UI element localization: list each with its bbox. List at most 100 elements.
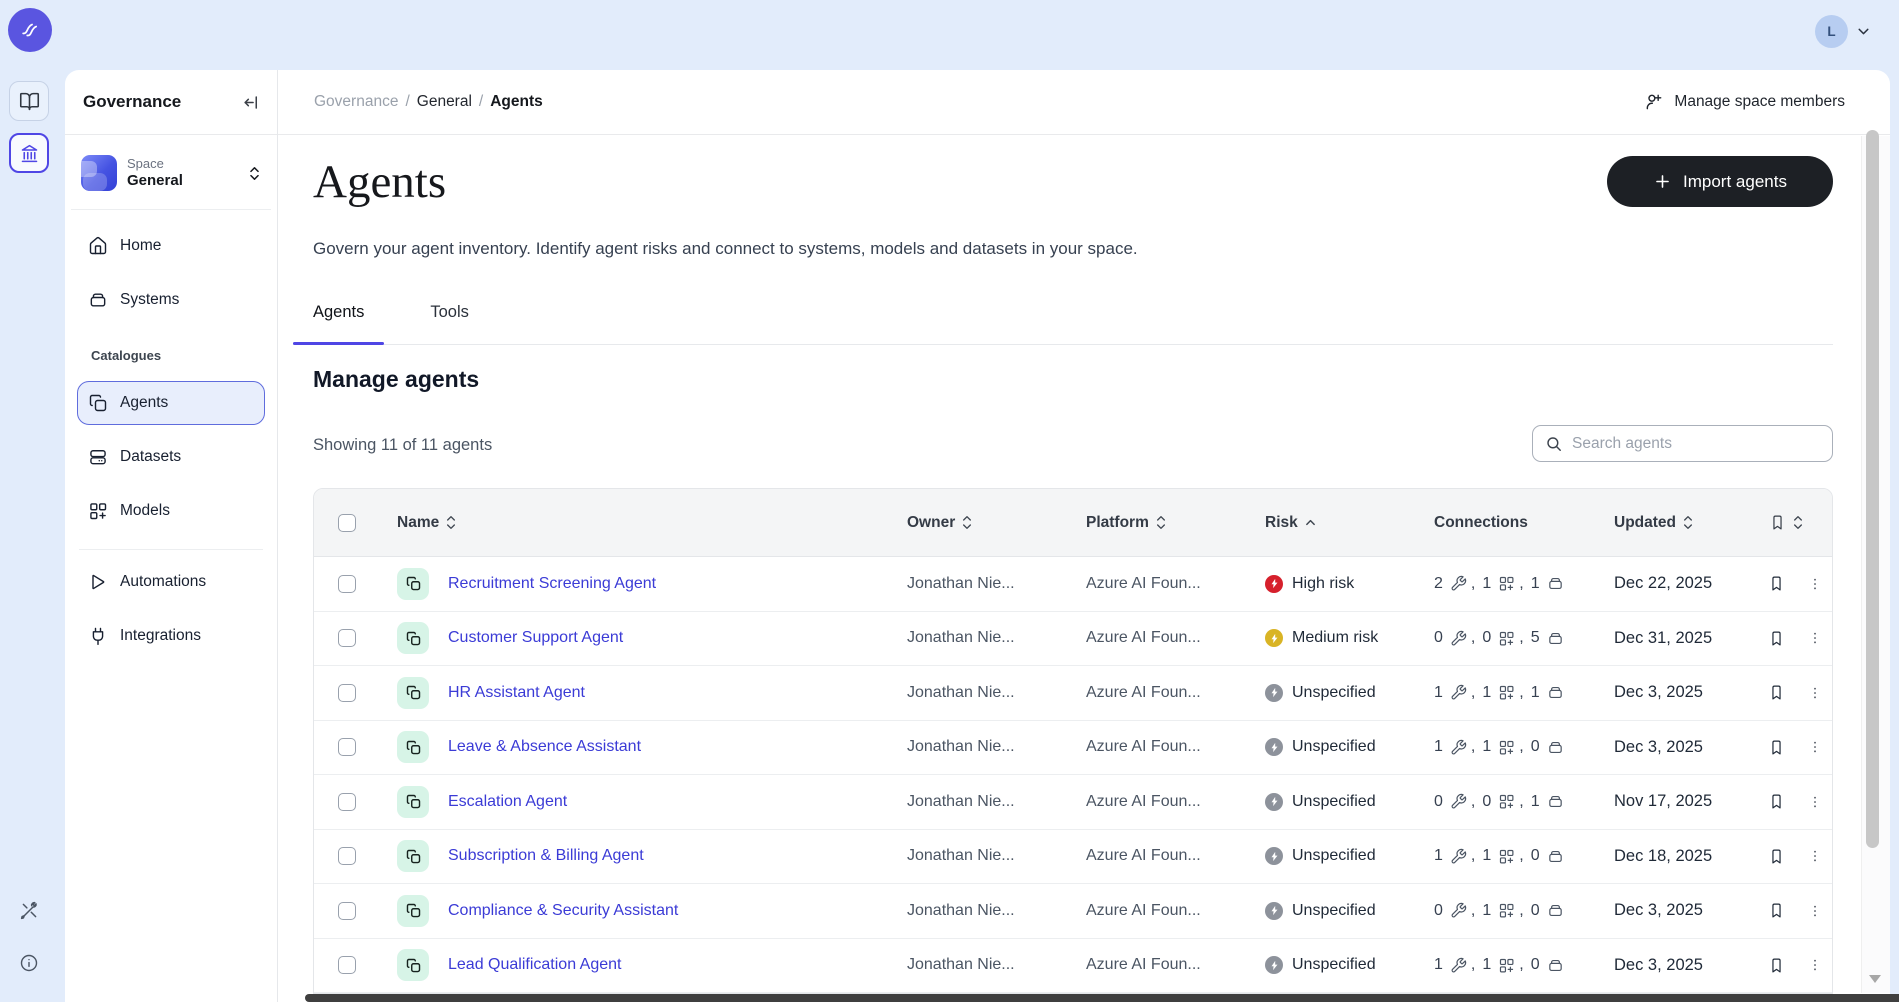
- kebab-menu-icon: [1807, 848, 1823, 864]
- risk-level-icon: [1265, 575, 1283, 593]
- models-count: 1: [1482, 684, 1491, 702]
- sort-icon: [1156, 515, 1166, 530]
- row-menu-button[interactable]: [1807, 903, 1823, 919]
- row-menu-button[interactable]: [1807, 576, 1823, 592]
- connections-cell: 0 , 0 , 5: [1426, 629, 1606, 647]
- row-menu-button[interactable]: [1807, 685, 1823, 701]
- agent-name-link[interactable]: Compliance & Security Assistant: [448, 902, 678, 920]
- breadcrumb-agents: Agents: [490, 93, 543, 111]
- collapse-sidebar-button[interactable]: [242, 93, 261, 112]
- plus-icon: [1653, 172, 1672, 191]
- systems-box-icon: [1547, 848, 1564, 865]
- vertical-scrollbar-thumb[interactable]: [1866, 130, 1879, 848]
- sidebar-item-integrations[interactable]: Integrations: [77, 614, 265, 658]
- bookmark-button[interactable]: [1768, 575, 1785, 592]
- wrench-icon: [1450, 630, 1467, 647]
- column-header-risk[interactable]: Risk: [1265, 514, 1316, 532]
- select-all-checkbox[interactable]: [338, 514, 356, 532]
- risk-label: Medium risk: [1292, 629, 1378, 647]
- row-menu-button[interactable]: [1807, 848, 1823, 864]
- agent-name-link[interactable]: Recruitment Screening Agent: [448, 575, 656, 593]
- row-checkbox[interactable]: [338, 629, 356, 647]
- chevron-down-icon[interactable]: [1855, 23, 1872, 40]
- row-checkbox[interactable]: [338, 684, 356, 702]
- sidebar-item-home[interactable]: Home: [77, 224, 265, 268]
- info-rail-button[interactable]: [19, 953, 39, 973]
- column-header-name[interactable]: Name: [397, 514, 456, 532]
- section-title: Manage agents: [313, 366, 479, 393]
- agent-copy-icon: [397, 840, 429, 872]
- models-count: 0: [1482, 793, 1491, 811]
- bookmark-icon: [1768, 684, 1785, 701]
- tools-rail-button[interactable]: [19, 900, 40, 921]
- models-count: 1: [1482, 902, 1491, 920]
- tools-count: 0: [1434, 793, 1443, 811]
- space-selector[interactable]: Space General: [77, 149, 267, 197]
- row-checkbox[interactable]: [338, 847, 356, 865]
- bookmark-button[interactable]: [1768, 957, 1785, 974]
- search-input[interactable]: [1572, 435, 1822, 453]
- systems-count: 0: [1531, 956, 1540, 974]
- row-checkbox[interactable]: [338, 902, 356, 920]
- row-menu-button[interactable]: [1807, 739, 1823, 755]
- agent-name-link[interactable]: Customer Support Agent: [448, 629, 623, 647]
- agent-name-link[interactable]: Lead Qualification Agent: [448, 956, 621, 974]
- sidebar-item-systems[interactable]: Systems: [77, 278, 265, 322]
- grid-plus-icon: [1498, 739, 1515, 756]
- platform-cell: Azure AI Foun...: [1078, 956, 1257, 974]
- systems-count: 1: [1531, 575, 1540, 593]
- sidebar-item-datasets[interactable]: Datasets: [77, 435, 265, 479]
- app-logo[interactable]: [8, 8, 52, 52]
- bookmark-button[interactable]: [1768, 848, 1785, 865]
- sidebar-item-models[interactable]: Models: [77, 489, 265, 533]
- column-header-platform[interactable]: Platform: [1086, 514, 1166, 532]
- systems-box-icon: [1547, 684, 1564, 701]
- row-checkbox[interactable]: [338, 575, 356, 593]
- docs-rail-button[interactable]: [9, 81, 49, 121]
- breadcrumb-general[interactable]: General: [417, 93, 472, 111]
- row-checkbox[interactable]: [338, 793, 356, 811]
- systems-box-icon: [1547, 630, 1564, 647]
- search-icon: [1545, 435, 1563, 453]
- bookmark-button[interactable]: [1768, 793, 1785, 810]
- bookmark-button[interactable]: [1768, 902, 1785, 919]
- row-menu-button[interactable]: [1807, 630, 1823, 646]
- column-header-owner[interactable]: Owner: [907, 514, 972, 532]
- avatar[interactable]: L: [1815, 15, 1848, 48]
- agent-name-link[interactable]: HR Assistant Agent: [448, 684, 585, 702]
- agent-name-link[interactable]: Leave & Absence Assistant: [448, 738, 641, 756]
- column-header-updated[interactable]: Updated: [1614, 514, 1693, 532]
- main-panel: Governance / General / Agents Manage spa…: [278, 70, 1890, 1002]
- sort-icon: [1683, 515, 1693, 530]
- bookmark-button[interactable]: [1768, 684, 1785, 701]
- agent-name-link[interactable]: Escalation Agent: [448, 793, 567, 811]
- manage-space-members-button[interactable]: Manage space members: [1644, 92, 1845, 112]
- connections-cell: 0 , 1 , 0: [1426, 902, 1606, 920]
- governance-rail-button[interactable]: [9, 133, 49, 173]
- row-menu-button[interactable]: [1807, 957, 1823, 973]
- import-agents-button[interactable]: Import agents: [1607, 156, 1833, 207]
- owner-cell: Jonathan Nie...: [899, 902, 1078, 920]
- column-header-bookmark[interactable]: [1769, 514, 1803, 531]
- models-count: 1: [1482, 575, 1491, 593]
- bookmark-button[interactable]: [1768, 739, 1785, 756]
- agent-name-link[interactable]: Subscription & Billing Agent: [448, 847, 644, 865]
- updated-cell: Dec 3, 2025: [1606, 738, 1756, 757]
- owner-cell: Jonathan Nie...: [899, 629, 1078, 647]
- sidebar-item-agents[interactable]: Agents: [77, 381, 265, 425]
- row-menu-button[interactable]: [1807, 794, 1823, 810]
- row-checkbox[interactable]: [338, 738, 356, 756]
- table-row: Lead Qualification Agent Jonathan Nie...…: [314, 939, 1832, 994]
- tab-tools[interactable]: Tools: [410, 289, 489, 344]
- bookmark-button[interactable]: [1768, 630, 1785, 647]
- row-checkbox[interactable]: [338, 956, 356, 974]
- horizontal-scrollbar-thumb[interactable]: [305, 994, 1899, 1002]
- wrench-icon: [1450, 902, 1467, 919]
- breadcrumb-governance[interactable]: Governance: [314, 93, 398, 111]
- updated-cell: Dec 3, 2025: [1606, 683, 1756, 702]
- sidebar-item-automations[interactable]: Automations: [77, 560, 265, 604]
- tab-agents[interactable]: Agents: [293, 289, 384, 344]
- systems-count: 1: [1531, 793, 1540, 811]
- scroll-down-arrow[interactable]: [1869, 975, 1881, 983]
- systems-count: 5: [1531, 629, 1540, 647]
